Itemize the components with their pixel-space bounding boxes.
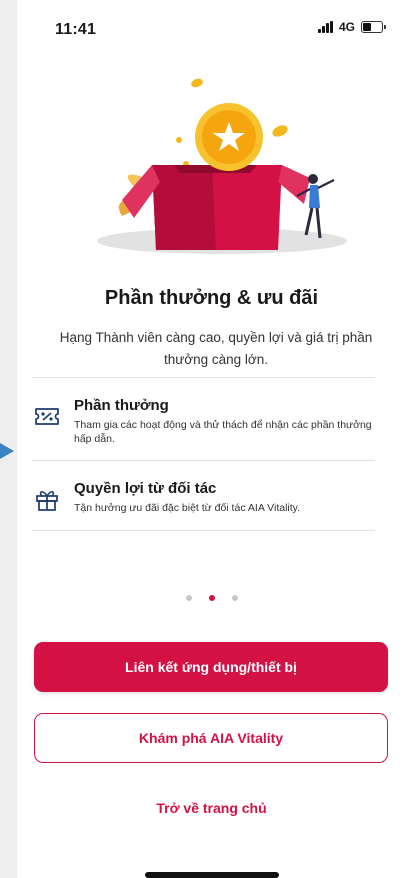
page-indicator xyxy=(17,595,406,601)
pager-dot-active[interactable] xyxy=(208,595,215,601)
ticket-percent-icon xyxy=(35,408,59,425)
home-indicator xyxy=(145,872,279,878)
feature-title: Quyền lợi từ đối tác xyxy=(74,480,217,497)
back-home-link[interactable]: Trở về trang chủ xyxy=(17,800,406,816)
pointer-arrow-icon xyxy=(0,443,14,459)
divider xyxy=(32,377,375,378)
gift-box-illustration xyxy=(97,78,347,254)
feature-partner-benefits: Quyền lợi từ đối tác Tận hưởng ưu đãi đặ… xyxy=(34,480,379,525)
battery-icon xyxy=(361,21,386,33)
phone-screen: 11:41 4G Phần thưởng & ưu đãi Hạng Thành… xyxy=(17,0,406,878)
divider xyxy=(32,460,375,461)
status-bar: 11:41 4G xyxy=(17,0,406,56)
feature-rewards: Phần thưởng Tham gia các hoạt động và th… xyxy=(34,397,379,452)
status-time: 11:41 xyxy=(55,21,97,38)
network-label: 4G xyxy=(338,20,355,34)
page-title: Phần thưởng & ưu đãi xyxy=(104,287,319,309)
feature-description: Tham gia các hoạt động và thử thách để n… xyxy=(74,419,372,445)
page-subtitle: Hạng Thành viên càng cao, quyền lợi và g… xyxy=(59,330,373,367)
pager-dot[interactable] xyxy=(185,595,192,601)
divider xyxy=(32,530,375,531)
feature-description: Tận hưởng ưu đãi đặc biệt từ đối tác AIA… xyxy=(74,502,301,514)
gift-icon xyxy=(36,491,58,511)
pager-dot[interactable] xyxy=(231,595,238,601)
feature-title: Phần thưởng xyxy=(74,397,169,414)
signal-icon xyxy=(318,21,333,33)
link-app-button[interactable]: Liên kết ứng dụng/thiết bị xyxy=(34,642,388,692)
status-indicators: 4G xyxy=(318,20,386,34)
explore-button[interactable]: Khám phá AIA Vitality xyxy=(34,713,388,763)
